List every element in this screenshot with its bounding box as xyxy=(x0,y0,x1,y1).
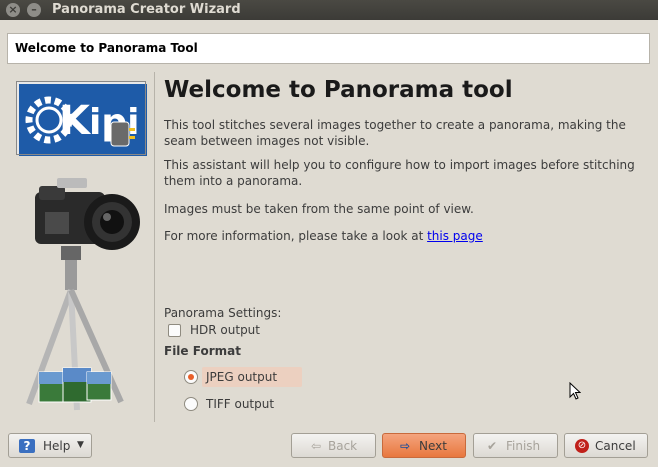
jpeg-output-radio[interactable] xyxy=(184,370,198,384)
page-header-title: Welcome to Panorama Tool xyxy=(15,41,198,55)
back-arrow-icon: ⇦ xyxy=(310,439,322,453)
finish-button-label: Finish xyxy=(506,439,541,453)
help-icon: ? xyxy=(19,439,35,453)
help-button-label: Help xyxy=(43,439,71,453)
this-page-link[interactable]: this page xyxy=(427,229,483,243)
minimize-window-icon[interactable]: – xyxy=(27,3,41,17)
assistant-paragraph: This assistant will help you to configur… xyxy=(164,158,635,188)
cancel-button-label: Cancel xyxy=(595,439,636,453)
back-button[interactable]: ⇦ Back xyxy=(291,433,376,458)
panorama-settings-label: Panorama Settings: xyxy=(164,306,282,320)
close-window-icon[interactable]: × xyxy=(6,3,20,17)
next-button[interactable]: ⇨ Next xyxy=(382,433,466,458)
svg-text:K: K xyxy=(59,98,92,144)
page-header: Welcome to Panorama Tool xyxy=(7,33,650,64)
wizard-sidebar: K ipi xyxy=(7,72,155,422)
wizard-content: Welcome to Panorama tool This tool stitc… xyxy=(164,72,650,422)
file-format-label: File Format xyxy=(164,344,241,358)
tiff-output-option[interactable]: TIFF output xyxy=(184,394,284,414)
next-arrow-icon: ⇨ xyxy=(399,439,411,453)
window-title: Panorama Creator Wizard xyxy=(52,2,241,17)
hdr-output-checkbox[interactable] xyxy=(168,324,181,337)
back-button-label: Back xyxy=(328,439,358,453)
intro-paragraph: This tool stitches several images togeth… xyxy=(164,118,626,148)
mouse-cursor-icon xyxy=(569,382,581,400)
tiff-output-radio[interactable] xyxy=(184,397,198,411)
help-button[interactable]: ? Help ▼ xyxy=(8,433,92,458)
checkmark-icon: ✔ xyxy=(486,439,498,453)
more-info-paragraph: For more information, please take a look… xyxy=(164,228,644,244)
camera-tripod-illustration xyxy=(26,178,140,411)
window-titlebar: × – Panorama Creator Wizard xyxy=(0,0,658,20)
more-info-text: For more information, please take a look… xyxy=(164,229,428,243)
page-title: Welcome to Panorama tool xyxy=(164,77,513,103)
finish-button[interactable]: ✔ Finish xyxy=(473,433,558,458)
kipi-logo: K ipi xyxy=(16,81,147,156)
jpeg-output-option[interactable]: JPEG output xyxy=(184,367,302,387)
cancel-icon: ⊘ xyxy=(575,439,589,453)
chevron-down-icon: ▼ xyxy=(77,440,84,450)
hdr-output-label[interactable]: HDR output xyxy=(190,323,260,337)
cancel-button[interactable]: ⊘ Cancel xyxy=(564,433,648,458)
tiff-output-label[interactable]: TIFF output xyxy=(206,397,274,411)
jpeg-output-label[interactable]: JPEG output xyxy=(206,370,277,384)
viewpoint-paragraph: Images must be taken from the same point… xyxy=(164,202,474,216)
next-button-label: Next xyxy=(419,439,447,453)
